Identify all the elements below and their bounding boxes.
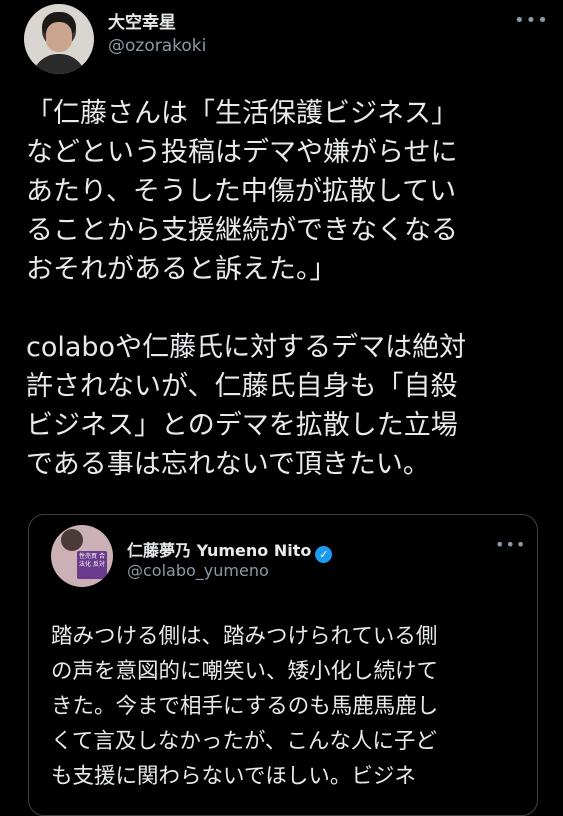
tweet-text: 「仁藤さんは「生活保護ビジネス」 などという投稿はデマや嫌がらせに あたり、そう…: [26, 94, 536, 484]
avatar-face: [46, 22, 72, 52]
quoted-line: 踏みつける側は、踏みつけられている側: [51, 624, 438, 649]
tweet-line: などという投稿はデマや嫌がらせに: [26, 137, 458, 168]
author-name[interactable]: 大空幸星: [108, 8, 176, 33]
quoted-line: くて言及しなかったが、こんな人に子ど: [51, 729, 437, 754]
quoted-author-name[interactable]: 仁藤夢乃 Yumeno Nito ✓: [127, 537, 333, 563]
quoted-more-options-icon[interactable]: •••: [495, 535, 526, 554]
quoted-line: きた。今まで相手にするのも馬鹿馬鹿し: [51, 694, 439, 719]
tweet-line: ビジネス」とのデマを拡散した立場: [26, 410, 458, 441]
tweet-line: 「仁藤さんは「生活保護ビジネス」: [26, 98, 458, 129]
tweet-line: colaboや仁藤氏に対するデマは絶対: [26, 332, 467, 363]
author-handle[interactable]: @ozorakoki: [108, 36, 206, 56]
tweet-line: ることから支援継続ができなくなる: [26, 215, 458, 246]
quoted-tweet[interactable]: 性売買 合法化 反対 仁藤夢乃 Yumeno Nito ✓ @colabo_yum…: [28, 514, 538, 816]
quoted-tweet-text: 踏みつける側は、踏みつけられている側 の声を意図的に嘲笑い、矮小化し続けて きた…: [51, 619, 531, 794]
quoted-author-avatar[interactable]: 性売買 合法化 反対: [51, 525, 113, 587]
tweet-line: あたり、そうした中傷が拡散してい: [26, 176, 457, 207]
author-avatar[interactable]: [24, 4, 94, 74]
quoted-line: も支援に関わらないでほしい。ビジネ: [51, 764, 416, 789]
quoted-author-handle[interactable]: @colabo_yumeno: [127, 561, 269, 580]
avatar-body: [32, 54, 86, 74]
avatar-sign: 性売買 合法化 反対: [77, 551, 107, 579]
more-options-icon[interactable]: •••: [514, 10, 549, 31]
tweet-line: おそれがあると訴えた。」: [26, 254, 337, 285]
quoted-author-name-text: 仁藤夢乃 Yumeno Nito: [127, 541, 312, 560]
tweet-line: である事は忘れないで頂きたい。: [26, 449, 430, 480]
verified-badge-icon: ✓: [315, 546, 333, 563]
quoted-line: の声を意図的に嘲笑い、矮小化し続けて: [51, 659, 439, 684]
tweet-line: 許されないが、仁藤氏自身も「自殺: [26, 371, 458, 402]
avatar-head: [61, 529, 83, 551]
